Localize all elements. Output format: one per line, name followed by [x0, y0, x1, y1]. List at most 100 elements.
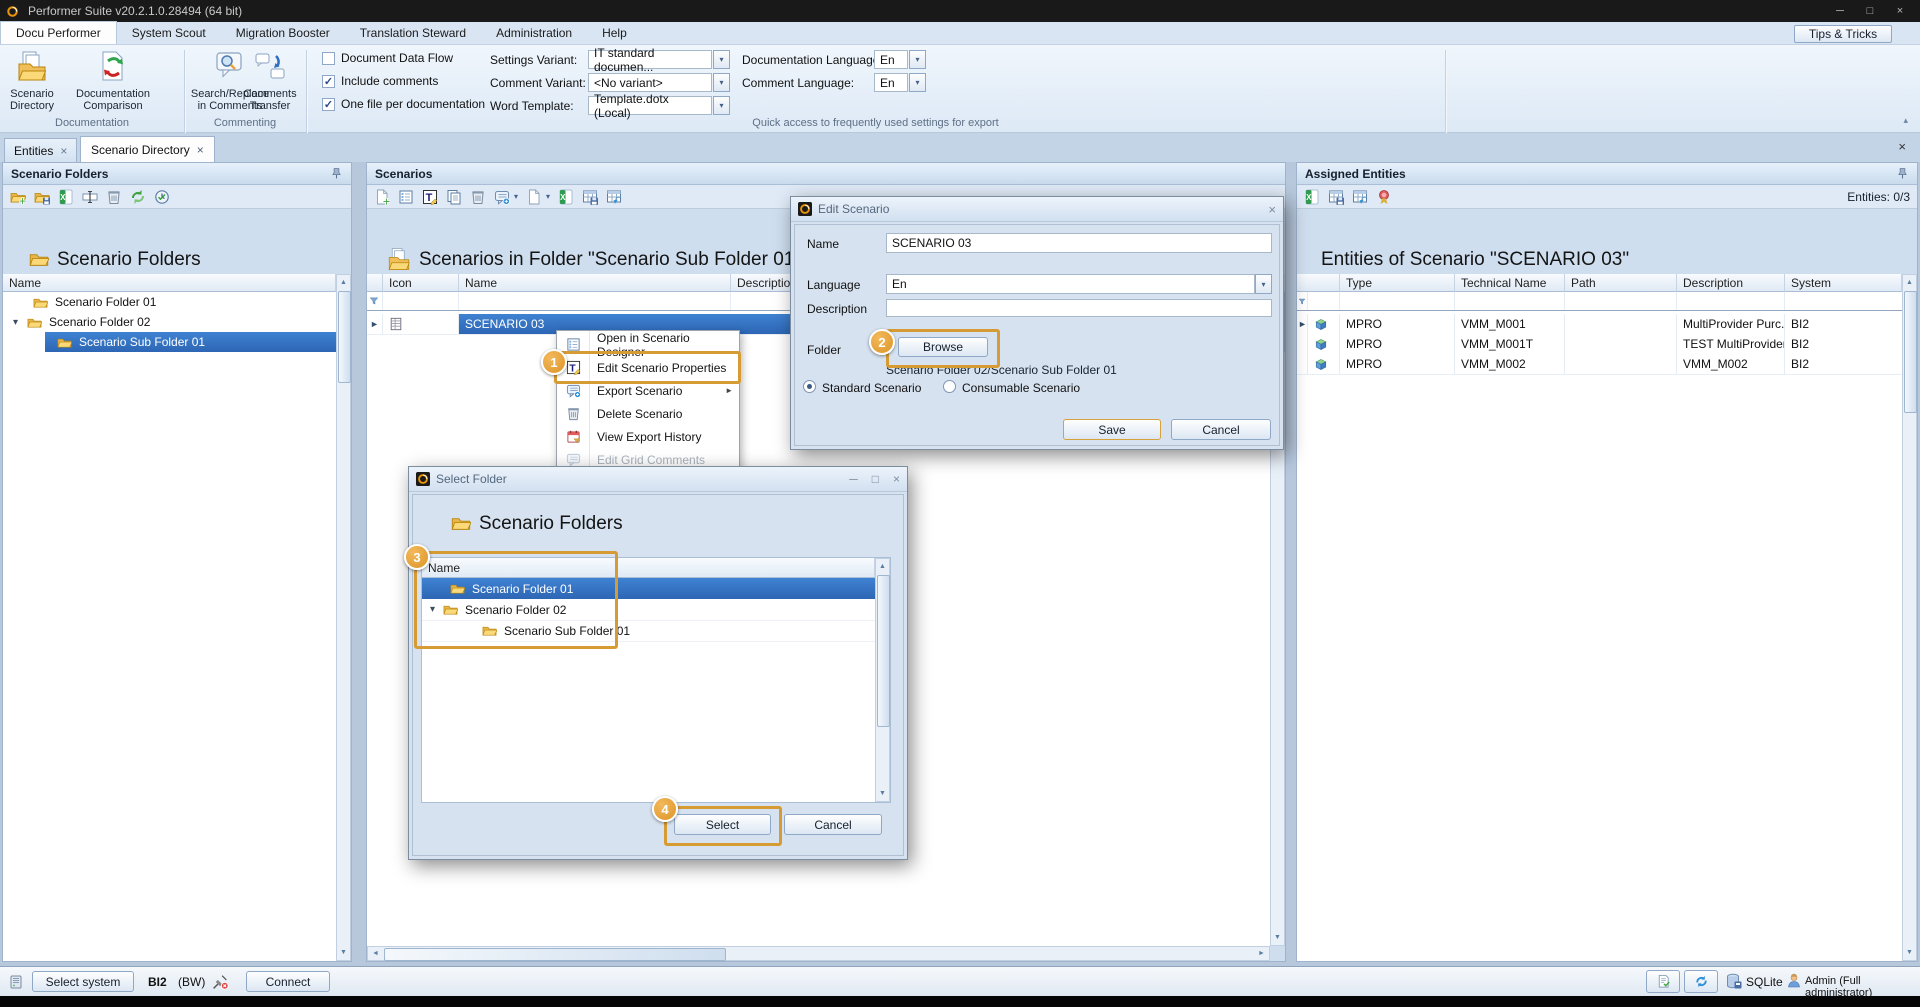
- name-field[interactable]: SCENARIO 03: [886, 233, 1272, 253]
- comment-language-select[interactable]: En: [874, 73, 908, 92]
- expand-chevron-icon[interactable]: ▾: [430, 604, 435, 615]
- dialog-close-icon[interactable]: ×: [1268, 202, 1276, 217]
- edit-scenario-titlebar[interactable]: Edit Scenario ×: [791, 197, 1283, 222]
- document-status-button[interactable]: [1646, 970, 1680, 993]
- connect-button[interactable]: Connect: [246, 971, 330, 992]
- pin-icon[interactable]: [1896, 167, 1909, 180]
- cancel-button[interactable]: Cancel: [1171, 419, 1271, 440]
- tab-translation-steward[interactable]: Translation Steward: [345, 23, 481, 44]
- tips-and-tricks-button[interactable]: Tips & Tricks: [1794, 25, 1892, 43]
- comment-language-dropdown-icon[interactable]: ▾: [909, 73, 926, 92]
- comments-transfer-button[interactable]: CommentsTransfer: [238, 50, 302, 112]
- tree-item-scenario-folder-02[interactable]: ▾ Scenario Folder 02: [3, 312, 336, 332]
- export-scenario-icon[interactable]: [526, 189, 542, 205]
- scenario-directory-button[interactable]: ScenarioDirectory: [4, 50, 60, 112]
- settings-variant-select[interactable]: IT standard documen...: [588, 50, 712, 69]
- export-dropdown-icon[interactable]: ▾: [546, 192, 550, 201]
- grid-import-icon[interactable]: [606, 189, 622, 205]
- one-file-per-doc-checkbox[interactable]: ✓: [322, 98, 335, 111]
- delete-folder-icon[interactable]: [106, 189, 122, 205]
- dialog-cancel-button[interactable]: Cancel: [784, 814, 882, 835]
- edit-properties-icon[interactable]: [422, 189, 438, 205]
- tab-scenario-directory[interactable]: Scenario Directory ×: [80, 136, 215, 162]
- entities-description-header[interactable]: Description: [1677, 274, 1785, 292]
- pin-icon[interactable]: [330, 167, 343, 180]
- folders-vertical-scrollbar[interactable]: ▲ ▼: [336, 274, 351, 961]
- browse-button[interactable]: Browse: [898, 337, 988, 357]
- dialog-vertical-scrollbar[interactable]: ▲ ▼: [875, 558, 890, 802]
- select-folder-titlebar[interactable]: Select Folder ─ □ ×: [409, 467, 907, 492]
- language-select[interactable]: En: [886, 274, 1255, 294]
- scroll-up-icon[interactable]: ▲: [876, 560, 889, 573]
- scenarios-horizontal-scrollbar[interactable]: ◄ ►: [367, 946, 1270, 961]
- menu-item-export-scenario[interactable]: Export Scenario ►: [557, 379, 739, 402]
- word-template-select[interactable]: Template.dotx (Local): [588, 96, 712, 115]
- rename-folder-icon[interactable]: [82, 189, 98, 205]
- documentation-comparison-button[interactable]: DocumentationComparison: [62, 50, 164, 112]
- export-excel-icon[interactable]: [558, 189, 574, 205]
- expand-chevron-icon[interactable]: ▾: [13, 317, 18, 328]
- entity-row[interactable]: MPRO VMM_M002 VMM_M002 BI2: [1297, 354, 1902, 375]
- select-button[interactable]: Select: [674, 814, 771, 835]
- dialog-tree-item-scenario-folder-02[interactable]: ▾ Scenario Folder 02: [422, 599, 875, 621]
- export-excel-icon[interactable]: [58, 189, 74, 205]
- maximize-button[interactable]: □: [1855, 2, 1885, 20]
- folders-name-column-header[interactable]: Name: [3, 274, 336, 292]
- scroll-down-icon[interactable]: ▼: [337, 946, 350, 959]
- scroll-left-icon[interactable]: ◄: [369, 947, 382, 960]
- settings-variant-dropdown-icon[interactable]: ▾: [713, 50, 730, 69]
- tab-help[interactable]: Help: [587, 23, 642, 44]
- scroll-down-icon[interactable]: ▼: [1903, 946, 1916, 959]
- minimize-button[interactable]: ─: [1825, 2, 1855, 20]
- entities-system-header[interactable]: System: [1785, 274, 1902, 292]
- sync-button[interactable]: [1684, 970, 1718, 993]
- word-template-dropdown-icon[interactable]: ▾: [713, 96, 730, 115]
- refresh-icon[interactable]: [130, 189, 146, 205]
- menu-item-delete-scenario[interactable]: Delete Scenario: [557, 402, 739, 425]
- dialog-maximize-icon[interactable]: □: [872, 472, 879, 486]
- entity-row[interactable]: MPRO VMM_M001T TEST MultiProvider... BI2: [1297, 334, 1902, 355]
- tab-docu-performer[interactable]: Docu Performer: [0, 21, 117, 44]
- export-excel-icon[interactable]: [1304, 189, 1320, 205]
- menu-item-edit-scenario-properties[interactable]: Edit Scenario Properties: [557, 356, 739, 379]
- comment-variant-select[interactable]: <No variant>: [588, 73, 712, 92]
- tree-item-scenario-sub-folder-01[interactable]: Scenario Sub Folder 01: [45, 332, 336, 352]
- tab-administration[interactable]: Administration: [481, 23, 587, 44]
- scroll-thumb[interactable]: [384, 948, 726, 961]
- close-button[interactable]: ×: [1885, 2, 1915, 20]
- save-folder-icon[interactable]: [34, 189, 50, 205]
- select-folder-name-header[interactable]: Name: [422, 558, 875, 578]
- consumable-scenario-radio[interactable]: [943, 380, 956, 393]
- tab-entities-close-icon[interactable]: ×: [60, 144, 67, 158]
- comment-dropdown-icon[interactable]: ▾: [514, 192, 518, 201]
- save-button[interactable]: Save: [1063, 419, 1161, 440]
- include-comments-checkbox[interactable]: ✓: [322, 75, 335, 88]
- scroll-up-icon[interactable]: ▲: [1903, 276, 1916, 289]
- scroll-thumb[interactable]: [1904, 291, 1917, 413]
- tab-system-scout[interactable]: System Scout: [117, 23, 221, 44]
- check-history-icon[interactable]: [154, 189, 170, 205]
- scroll-thumb[interactable]: [877, 575, 890, 727]
- copy-scenario-icon[interactable]: [446, 189, 462, 205]
- scroll-down-icon[interactable]: ▼: [1271, 931, 1284, 944]
- standard-scenario-radio[interactable]: [803, 380, 816, 393]
- dialog-close-icon[interactable]: ×: [893, 472, 900, 486]
- delete-scenario-icon[interactable]: [470, 189, 486, 205]
- new-scenario-icon[interactable]: [374, 189, 390, 205]
- documentation-language-dropdown-icon[interactable]: ▾: [909, 50, 926, 69]
- scenarios-icon-column-header[interactable]: Icon: [383, 274, 459, 292]
- entities-technical-name-header[interactable]: Technical Name: [1455, 274, 1565, 292]
- tree-item-scenario-folder-01[interactable]: Scenario Folder 01: [3, 292, 336, 312]
- scroll-right-icon[interactable]: ►: [1255, 947, 1268, 960]
- comment-variant-dropdown-icon[interactable]: ▾: [713, 73, 730, 92]
- tab-migration-booster[interactable]: Migration Booster: [221, 23, 345, 44]
- close-view-icon[interactable]: ×: [1898, 139, 1906, 154]
- entities-type-header[interactable]: Type: [1340, 274, 1455, 292]
- entity-row[interactable]: ► MPRO VMM_M001 MultiProvider Purc... BI…: [1297, 314, 1902, 335]
- add-folder-icon[interactable]: [10, 189, 26, 205]
- certify-icon[interactable]: [1376, 189, 1392, 205]
- standard-scenario-label[interactable]: Standard Scenario: [822, 381, 921, 395]
- entities-filter-row[interactable]: [1297, 292, 1902, 311]
- language-dropdown-icon[interactable]: ▾: [1255, 274, 1272, 294]
- description-field[interactable]: [886, 299, 1272, 317]
